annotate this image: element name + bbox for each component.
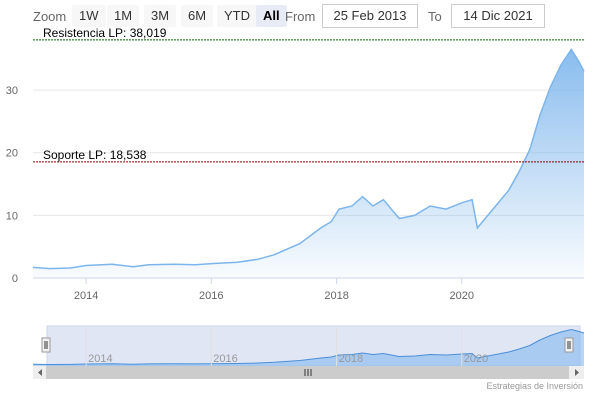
support-label: Soporte LP: 18,538 [43,148,147,162]
navigator-tick-label: 2016 [213,353,237,365]
y-tick-label: 30 [6,85,18,97]
y-tick-label: 10 [6,210,18,222]
x-tick-label: 2014 [74,290,98,302]
y-tick-label: 0 [12,273,18,285]
navigator-tick-label: 2018 [339,353,363,365]
credit-text: Estrategias de Inversión [486,381,583,391]
x-tick-label: 2020 [450,290,474,302]
y-tick-label: 20 [6,148,18,160]
x-tick-label: 2018 [324,290,348,302]
navigator-right-handle[interactable] [564,337,574,353]
series-area [33,49,584,279]
x-tick-label: 2016 [199,290,223,302]
navigator-left-handle[interactable] [41,337,51,353]
resistance-label: Resistencia LP: 38,019 [43,26,167,40]
price-chart: Resistencia LP: 38,019 Soporte LP: 18,538… [6,26,585,391]
navigator-tick-label: 2020 [464,353,488,365]
navigator-tick-label: 2014 [88,353,112,365]
